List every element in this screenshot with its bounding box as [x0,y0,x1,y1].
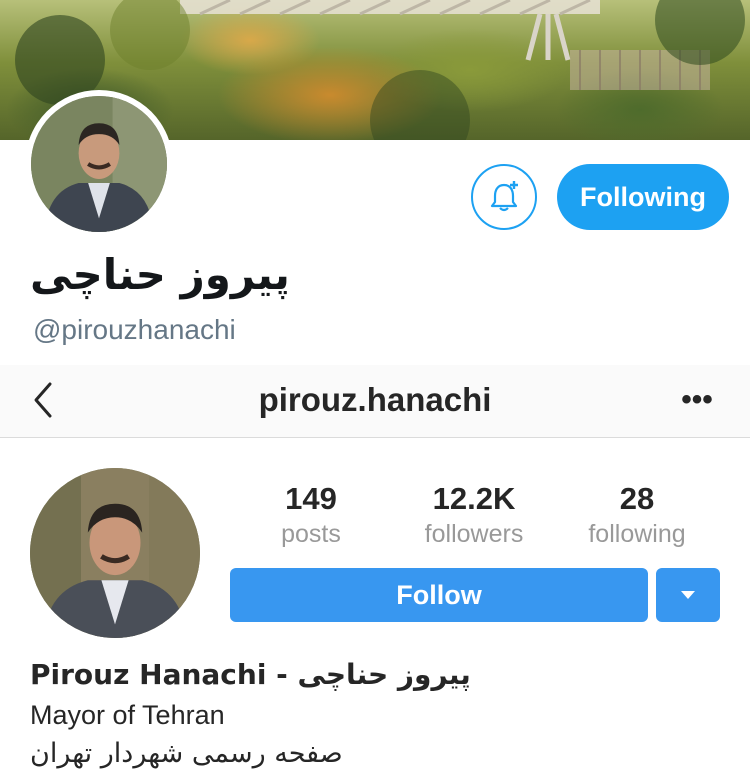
person-photo [30,468,200,638]
caret-down-icon [681,591,695,599]
profile-bio-line-1: Mayor of Tehran [30,700,225,730]
profile-bio-line-2: صفحه رسمی شهردار تهران [30,738,343,769]
twitter-handle: @pirouzhanachi [33,314,236,345]
stat-following[interactable]: 28 following [562,480,712,550]
stat-posts[interactable]: 149 posts [236,480,386,550]
person-photo [31,96,167,232]
stat-followers-label: followers [424,520,524,548]
profile-full-name: Pirouz Hanachi - پیروز حناچی [30,658,471,691]
stat-following-count: 28 [619,481,655,516]
stat-posts-label: posts [281,520,341,548]
stat-followers-count: 12.2K [432,481,516,516]
bell-plus-icon [490,181,518,212]
twitter-profile: Following پیروز حناچی @pirouzhanachi [0,0,750,365]
stat-following-label: following [588,520,686,548]
stat-followers[interactable]: 12.2K followers [399,480,549,550]
following-button[interactable]: Following [557,164,729,230]
twitter-display-name: پیروز حناچی [30,250,290,299]
follow-button[interactable]: Follow [230,568,648,622]
profile-username-title: pirouz.hanachi [258,381,492,418]
stat-posts-count: 149 [285,481,337,516]
suggestions-dropdown-button[interactable] [656,568,720,622]
twitter-avatar[interactable] [25,90,173,238]
instagram-avatar[interactable] [30,468,200,638]
instagram-top-bar: pirouz.hanachi ••• [0,365,750,438]
notifications-bell-button[interactable] [471,164,537,230]
more-options-button[interactable]: ••• [672,375,722,425]
